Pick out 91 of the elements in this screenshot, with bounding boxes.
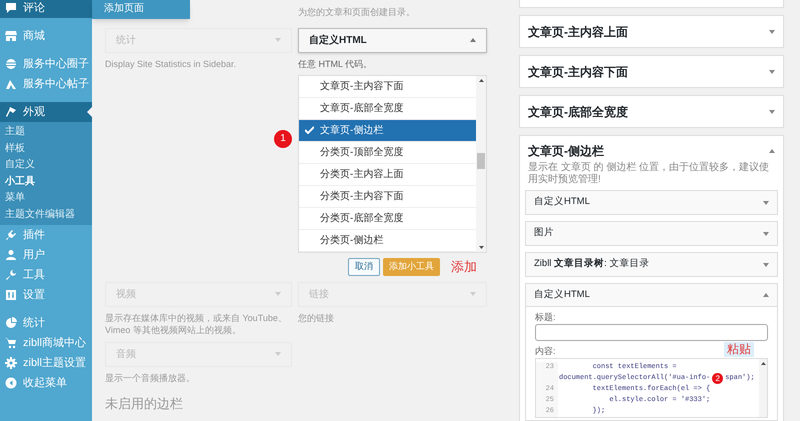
sidebar-header[interactable]: 文章页-主内容上面: [520, 16, 783, 47]
globe-icon: [5, 58, 17, 70]
title-input[interactable]: [535, 324, 768, 341]
sidebar-header[interactable]: 文章页-底部全宽度: [520, 96, 783, 127]
submenu-item[interactable]: 菜单: [0, 190, 92, 206]
collapse-icon: [5, 377, 17, 389]
widget-description: 任意 HTML 代码。: [298, 58, 374, 70]
menu-item[interactable]: 插件: [0, 225, 92, 245]
checkmark-icon: [305, 126, 314, 134]
menu-item[interactable]: 外观: [0, 102, 92, 122]
caret-down-icon: [275, 38, 281, 42]
menu-item[interactable]: 设置: [0, 285, 92, 305]
scrollbar[interactable]: [759, 359, 767, 417]
scroll-up-icon[interactable]: [478, 78, 484, 82]
caret-down-icon: [763, 262, 769, 266]
flyout-menu-item[interactable]: 添加页面: [92, 0, 190, 19]
scroll-up-icon[interactable]: [760, 362, 766, 365]
widget-header[interactable]: 自定义HTML: [526, 191, 777, 214]
caret-up-icon: [470, 38, 476, 42]
annotation-note: 添加: [451, 258, 477, 276]
annotation-badge: 2: [712, 373, 724, 384]
widget-description: 您的链接: [298, 312, 335, 324]
widget-title: 视频: [116, 288, 136, 302]
widget-title: 自定义HTML: [534, 288, 590, 302]
caret-down-icon: [769, 30, 775, 34]
sidebar-option[interactable]: 文章页-侧边栏: [299, 120, 476, 142]
sidebar-description: 显示在 文章页 的 侧边栏 位置，由于位置较多，建议使用实时预览管理!: [528, 162, 770, 186]
user-icon: [5, 249, 17, 261]
caret-down-icon: [470, 292, 476, 296]
field-label: 内容:: [535, 346, 556, 357]
current-arrow-icon: [87, 107, 92, 117]
submenu-item[interactable]: 样板: [0, 140, 92, 157]
speech-bubble-icon: [5, 2, 17, 14]
sidebar-title: 文章页-底部全宽度: [528, 104, 628, 120]
wrench-icon: [5, 269, 17, 281]
pie-chart-icon: [5, 317, 17, 329]
field-label: 标题:: [535, 312, 556, 323]
caret-down-icon: [769, 70, 775, 74]
plug-icon: [5, 229, 17, 241]
widget-title: 音频: [116, 348, 136, 362]
submenu-item[interactable]: 自定义: [0, 157, 92, 174]
submenu-item[interactable]: 主题文件编辑器: [0, 206, 92, 223]
widget-title: 统计: [116, 34, 136, 48]
scrollbar[interactable]: [476, 76, 486, 252]
menu-item[interactable]: zibll主题设置: [0, 353, 92, 373]
storefront-icon: [5, 30, 17, 42]
caret-up-icon: [769, 149, 775, 153]
sidebar-title: 文章页-侧边栏: [528, 143, 604, 160]
widget-title: 自定义HTML: [534, 195, 590, 210]
widget-header[interactable]: 图片: [526, 222, 777, 245]
settings-icon: [5, 289, 17, 301]
sidebar-title: 文章页-主内容下面: [528, 64, 628, 80]
cart-icon: [5, 337, 17, 349]
submenu-item[interactable]: 小工具: [0, 174, 92, 190]
submenu-item[interactable]: 主题: [0, 124, 92, 140]
caret-down-icon: [275, 352, 281, 356]
widget-title: 图片: [534, 226, 554, 240]
widget-description: 显示存在媒体库中的视频，或来自 YouTube、Vimeo 等其他视频网站上的视频。: [105, 312, 288, 336]
menu-item[interactable]: 用户: [0, 245, 92, 265]
sidebar-header[interactable]: 文章页-主内容下面: [520, 56, 783, 87]
menu-item[interactable]: 商城: [0, 26, 92, 46]
annotation-badge: 1: [274, 130, 292, 148]
scroll-thumb[interactable]: [477, 152, 485, 168]
sidebar-title: 文章页-主内容上面: [528, 24, 628, 40]
gear-icon: [5, 357, 17, 369]
add-widget-button[interactable]: 添加小工具: [383, 258, 440, 276]
menu-item[interactable]: zibll商城中心: [0, 333, 92, 353]
widget-title: Zibll 文章目录树: 文章目录: [534, 257, 650, 272]
menu-item[interactable]: 工具: [0, 265, 92, 285]
caret-down-icon: [275, 292, 281, 296]
caret-down-icon: [763, 200, 769, 204]
menu-item[interactable]: 服务中心圈子: [0, 54, 92, 74]
caret-down-icon: [769, 110, 775, 114]
menu-item[interactable]: 评论: [0, 0, 92, 18]
widget-description: Display Site Statistics in Sidebar.: [105, 58, 238, 70]
menu-item[interactable]: 服务中心帖子: [0, 74, 92, 94]
sidebar-header[interactable]: 文章页-侧边栏: [520, 136, 783, 160]
cancel-button[interactable]: 取消: [348, 258, 380, 276]
section-heading: 未启用的边栏: [105, 396, 184, 412]
menu-item[interactable]: 收起菜单: [0, 373, 92, 393]
widget-description: 显示一个音频播放器。: [105, 372, 196, 384]
widget-title: 链接: [309, 288, 329, 302]
widget-description: 为您的文章和页面创建目录。: [298, 6, 416, 19]
widget-header[interactable]: 自定义HTML: [298, 28, 487, 52]
annotation-note: 粘贴: [724, 342, 754, 357]
widget-header[interactable]: Zibll 文章目录树: 文章目录: [526, 253, 777, 276]
caret-up-icon: [763, 293, 769, 297]
widget-title: 自定义HTML: [309, 33, 367, 48]
menu-item[interactable]: 统计: [0, 313, 92, 333]
scroll-down-icon[interactable]: [478, 246, 484, 248]
caret-down-icon: [763, 232, 769, 236]
